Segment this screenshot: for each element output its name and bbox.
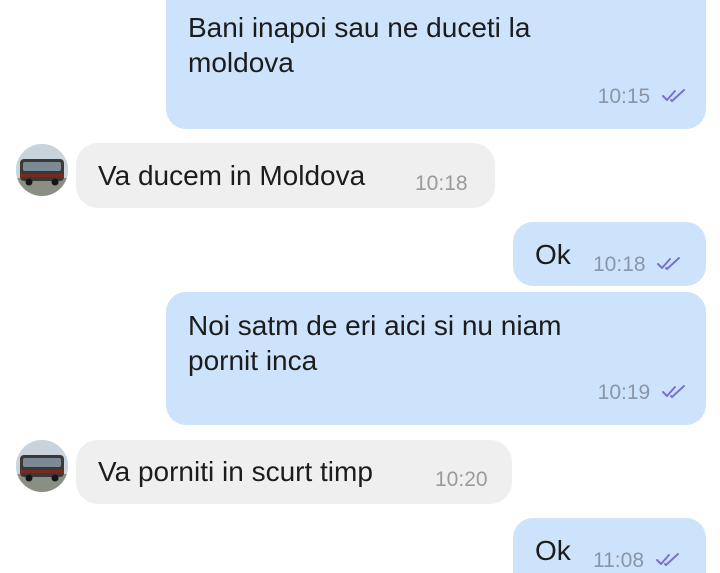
read-receipt-double-check-icon bbox=[657, 256, 681, 270]
message-text: Bani inapoi sau ne duceti la moldova bbox=[188, 12, 531, 78]
incoming-message-bubble[interactable]: Va porniti in scurt timp 10:20 bbox=[76, 440, 512, 504]
read-receipt-double-check-icon bbox=[662, 384, 685, 398]
message-text: Va porniti in scurt timp bbox=[98, 456, 373, 487]
message-text: Ok bbox=[535, 535, 571, 566]
message-time: 10:19 bbox=[597, 381, 651, 404]
read-receipt-double-check-icon bbox=[655, 552, 679, 566]
incoming-message-bubble[interactable]: Va ducem in Moldova 10:18 bbox=[76, 143, 495, 208]
outgoing-message-bubble[interactable]: Noi satm de eri aici si nu niam pornit i… bbox=[166, 292, 706, 425]
bus-avatar-icon[interactable] bbox=[16, 144, 68, 196]
message-time: 11:08 bbox=[593, 549, 644, 572]
message-text: Noi satm de eri aici si nu niam pornit i… bbox=[188, 310, 562, 376]
chat-thread: Bani inapoi sau ne duceti la moldova 10:… bbox=[0, 0, 720, 573]
outgoing-message-bubble[interactable]: Ok 10:18 bbox=[513, 222, 706, 286]
message-time: 10:18 bbox=[415, 172, 468, 195]
message-text: Ok bbox=[535, 239, 571, 270]
outgoing-message-bubble[interactable]: Bani inapoi sau ne duceti la moldova 10:… bbox=[166, 0, 706, 129]
message-time: 10:20 bbox=[435, 468, 488, 491]
read-receipt-double-check-icon bbox=[662, 88, 685, 102]
message-time: 10:15 bbox=[597, 85, 651, 108]
bus-avatar-icon[interactable] bbox=[16, 440, 68, 492]
message-text: Va ducem in Moldova bbox=[98, 160, 366, 191]
message-time: 10:18 bbox=[593, 253, 646, 276]
outgoing-message-bubble[interactable]: Ok 11:08 bbox=[513, 518, 706, 573]
